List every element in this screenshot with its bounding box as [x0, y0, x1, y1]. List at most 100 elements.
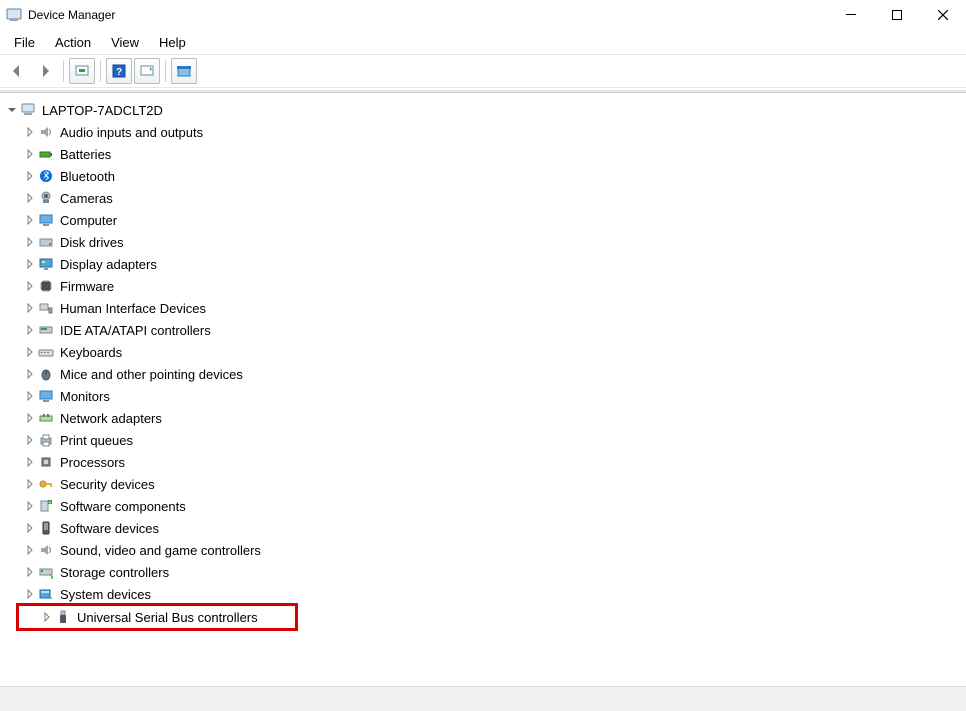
display-icon: [38, 256, 54, 272]
tree-category-row[interactable]: Human Interface Devices: [24, 297, 964, 319]
maximize-icon: [892, 10, 902, 20]
highlighted-category: Universal Serial Bus controllers: [16, 603, 298, 631]
close-icon: [938, 10, 948, 20]
tree-category-row[interactable]: Cameras: [24, 187, 964, 209]
tree-category-row[interactable]: Bluetooth: [24, 165, 964, 187]
tree-category-row[interactable]: Mice and other pointing devices: [24, 363, 964, 385]
expand-toggle[interactable]: [24, 236, 36, 248]
tree-root-row[interactable]: LAPTOP-7ADCLT2D: [6, 99, 964, 121]
menu-help[interactable]: Help: [149, 33, 196, 52]
tree-category-label: Software components: [60, 499, 186, 514]
caret-right-icon: [25, 369, 35, 379]
expand-toggle[interactable]: [24, 258, 36, 270]
expand-toggle[interactable]: [24, 148, 36, 160]
tree-category-label: Universal Serial Bus controllers: [77, 610, 258, 625]
tree-category-row[interactable]: Software components: [24, 495, 964, 517]
cpu-icon: [38, 454, 54, 470]
caret-right-icon: [25, 567, 35, 577]
expand-toggle[interactable]: [24, 522, 36, 534]
toolbar-back-button[interactable]: [4, 58, 30, 84]
caret-right-icon: [42, 612, 52, 622]
expand-toggle[interactable]: [24, 434, 36, 446]
hid-icon: [38, 300, 54, 316]
tree-category-row[interactable]: System devices: [24, 583, 964, 605]
menu-view[interactable]: View: [101, 33, 149, 52]
expand-toggle[interactable]: [24, 126, 36, 138]
swcomp-icon: [38, 498, 54, 514]
key-icon: [38, 476, 54, 492]
tree-category-label: Software devices: [60, 521, 159, 536]
toolbar-uninstall-button[interactable]: [171, 58, 197, 84]
tree-category-row[interactable]: Print queues: [24, 429, 964, 451]
caret-right-icon: [25, 215, 35, 225]
toolbar-forward-button[interactable]: [32, 58, 58, 84]
toolbar-help-button[interactable]: [106, 58, 132, 84]
expand-toggle[interactable]: [24, 324, 36, 336]
expand-toggle[interactable]: [24, 280, 36, 292]
expand-toggle[interactable]: [24, 390, 36, 402]
tree-category-row[interactable]: Display adapters: [24, 253, 964, 275]
menu-action[interactable]: Action: [45, 33, 101, 52]
close-button[interactable]: [920, 0, 966, 30]
caret-right-icon: [25, 281, 35, 291]
network-icon: [38, 410, 54, 426]
minimize-button[interactable]: [828, 0, 874, 30]
expand-toggle[interactable]: [24, 544, 36, 556]
tree-category-row[interactable]: Software devices: [24, 517, 964, 539]
expand-toggle[interactable]: [24, 368, 36, 380]
maximize-button[interactable]: [874, 0, 920, 30]
tree-category-row[interactable]: Security devices: [24, 473, 964, 495]
bluetooth-icon: [38, 168, 54, 184]
expand-toggle[interactable]: [24, 346, 36, 358]
help-icon: [111, 63, 127, 79]
tree-category-row[interactable]: Batteries: [24, 143, 964, 165]
tree-category-row[interactable]: Computer: [24, 209, 964, 231]
caret-right-icon: [25, 171, 35, 181]
tree-category-row[interactable]: Keyboards: [24, 341, 964, 363]
tree-category-row[interactable]: Monitors: [24, 385, 964, 407]
toolbar-separator: [63, 60, 64, 82]
expand-toggle[interactable]: [24, 302, 36, 314]
caret-right-icon: [25, 237, 35, 247]
minimize-icon: [846, 10, 856, 20]
expand-toggle[interactable]: [24, 478, 36, 490]
menu-file[interactable]: File: [4, 33, 45, 52]
expand-toggle[interactable]: [24, 412, 36, 424]
tree-category-label: Bluetooth: [60, 169, 115, 184]
device-tree: LAPTOP-7ADCLT2D Audio inputs and outputs…: [0, 93, 966, 635]
tree-category-row[interactable]: Storage controllers: [24, 561, 964, 583]
status-bar: [0, 686, 966, 711]
tree-category-label: Human Interface Devices: [60, 301, 206, 316]
tree-category-row[interactable]: Firmware: [24, 275, 964, 297]
tree-category-row[interactable]: Processors: [24, 451, 964, 473]
system-icon: [38, 586, 54, 602]
expand-toggle[interactable]: [6, 104, 18, 116]
update-driver-icon: [139, 63, 155, 79]
caret-right-icon: [25, 589, 35, 599]
caret-right-icon: [25, 545, 35, 555]
caret-right-icon: [25, 391, 35, 401]
caret-right-icon: [25, 523, 35, 533]
tree-category-row[interactable]: Disk drives: [24, 231, 964, 253]
tree-category-row[interactable]: Audio inputs and outputs: [24, 121, 964, 143]
tree-category-row[interactable]: IDE ATA/ATAPI controllers: [24, 319, 964, 341]
expand-toggle[interactable]: [24, 170, 36, 182]
expand-toggle[interactable]: [24, 500, 36, 512]
tree-category-label: Batteries: [60, 147, 111, 162]
tree-category-row[interactable]: Universal Serial Bus controllers: [41, 606, 258, 628]
caret-right-icon: [25, 413, 35, 423]
expand-toggle[interactable]: [24, 588, 36, 600]
tree-category-row[interactable]: Network adapters: [24, 407, 964, 429]
toolbar-update-driver-button[interactable]: [134, 58, 160, 84]
expand-toggle[interactable]: [24, 192, 36, 204]
usb-icon: [55, 609, 71, 625]
expand-toggle[interactable]: [41, 611, 53, 623]
toolbar-scan-button[interactable]: [69, 58, 95, 84]
expand-toggle[interactable]: [24, 214, 36, 226]
tree-category-row[interactable]: Sound, video and game controllers: [24, 539, 964, 561]
expand-toggle[interactable]: [24, 566, 36, 578]
expand-toggle[interactable]: [24, 456, 36, 468]
caret-right-icon: [25, 259, 35, 269]
caret-right-icon: [25, 149, 35, 159]
computer-icon: [20, 102, 36, 118]
